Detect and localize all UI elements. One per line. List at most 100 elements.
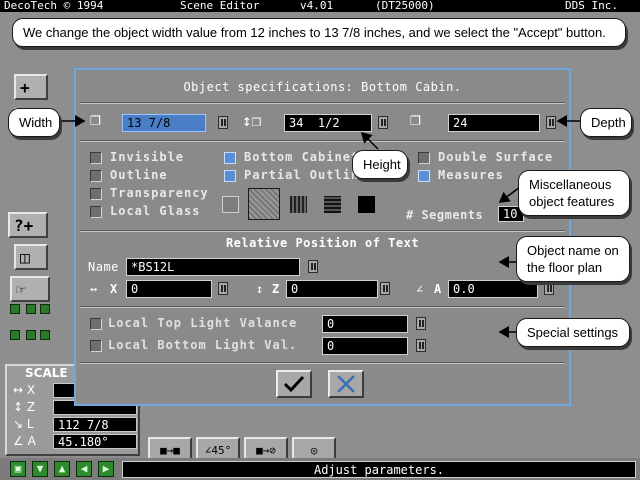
down-arrow-button[interactable]: ▼: [32, 461, 48, 477]
move-to-icon: ■→■: [160, 444, 180, 457]
name-label: Name: [88, 260, 119, 274]
grid-icon-1[interactable]: [10, 304, 20, 314]
light-valance-label: Local Top Light Valance: [108, 316, 298, 330]
light-bottom-toggle[interactable]: [90, 340, 102, 352]
texture-swatch-darker[interactable]: [324, 196, 341, 213]
z-arrow-icon: ↕: [256, 282, 264, 296]
double-surface-label: Double Surface: [438, 150, 554, 164]
grid-icon-2[interactable]: [26, 304, 36, 314]
width-callout: Width: [8, 108, 60, 137]
object-name-field[interactable]: *BS12L: [126, 258, 300, 276]
add-object-button[interactable]: +: [14, 74, 48, 100]
height-field[interactable]: 34 1/2: [284, 114, 372, 132]
text-a-field[interactable]: 0.0: [448, 280, 538, 298]
angle-icon: ∠ A: [13, 434, 36, 448]
target-icon: ◎: [310, 444, 318, 457]
object-name-callout: Object name on the floor plan: [516, 236, 630, 282]
bottom-cabinet-label: Bottom Cabinet: [244, 150, 360, 164]
arrow-left-icon: ◀: [80, 462, 88, 475]
divider: [80, 362, 565, 364]
measures-checkbox[interactable]: [418, 170, 430, 182]
editor-title: Scene Editor: [180, 0, 260, 12]
angle-arrow-icon: ∠: [416, 282, 424, 296]
x-axis-icon: ↔ X: [13, 383, 36, 397]
question-plus-icon: ?+: [14, 216, 34, 235]
texture-swatch-dark[interactable]: [290, 196, 307, 213]
up-arrow-button[interactable]: ▲: [54, 461, 70, 477]
object-specifications-dialog: Object specifications: Bottom Cabin. ❐ 1…: [74, 68, 571, 406]
invisible-checkbox[interactable]: [90, 152, 102, 164]
checkmark-icon: [283, 375, 305, 393]
bottom-cabinet-checkbox[interactable]: [224, 152, 236, 164]
cancel-button[interactable]: [328, 370, 364, 398]
outline-label: Outline: [110, 168, 168, 182]
arrow-up-icon: ▲: [58, 462, 66, 475]
light-valance-edit-button[interactable]: [416, 317, 426, 330]
text-z-field[interactable]: 0: [286, 280, 378, 298]
zoom-fit-icon: ▣: [14, 462, 22, 475]
local-glass-checkbox[interactable]: [90, 206, 102, 218]
text-a-edit-button[interactable]: [544, 282, 554, 295]
light-valance-field[interactable]: 0: [322, 315, 408, 333]
right-arrow-button[interactable]: ▶: [98, 461, 114, 477]
width-field[interactable]: 13 7/8: [122, 114, 206, 132]
arrow-down-icon: ▼: [36, 462, 44, 475]
depth-cube-icon: ❐: [410, 109, 421, 130]
build-label: (DT25000): [375, 0, 435, 12]
width-edit-button[interactable]: [218, 116, 228, 129]
dialog-title: Object specifications: Bottom Cabin.: [183, 80, 462, 94]
company-label: DDS Inc.: [565, 0, 618, 12]
light-bottom-edit-button[interactable]: [416, 339, 426, 352]
text-x-edit-button[interactable]: [218, 282, 228, 295]
depth-callout: Depth: [580, 108, 632, 137]
query-add-button[interactable]: ?+: [8, 212, 48, 238]
texture-swatch-plain[interactable]: [222, 196, 239, 213]
text-x-label: X: [110, 282, 118, 296]
measures-label: Measures: [438, 168, 504, 182]
text-x-field[interactable]: 0: [126, 280, 212, 298]
plus-icon: +: [20, 78, 30, 97]
transparency-label: Transparency: [110, 186, 209, 200]
name-edit-button[interactable]: [308, 260, 318, 273]
scale-l-value: 112 7/8: [53, 417, 137, 432]
version-label: v4.01: [300, 0, 334, 12]
texture-swatch-black[interactable]: [358, 196, 375, 213]
accept-button[interactable]: [276, 370, 312, 398]
text-a-label: A: [434, 282, 442, 296]
depth-field[interactable]: 24: [448, 114, 540, 132]
flip-tool-button[interactable]: ◫: [14, 244, 48, 270]
partial-outline-checkbox[interactable]: [224, 170, 236, 182]
arrow-right-icon: ▶: [102, 462, 110, 475]
grid-icon-6[interactable]: [40, 330, 50, 340]
texture-swatch-selected[interactable]: [248, 188, 280, 220]
double-surface-checkbox[interactable]: [418, 152, 430, 164]
grid-icon-5[interactable]: [26, 330, 36, 340]
text-z-label: Z: [272, 282, 280, 296]
flip-icon: ◫: [20, 248, 30, 267]
segments-label: # Segments: [406, 208, 484, 222]
divider: [80, 230, 565, 232]
zoom-fit-button[interactable]: ▣: [10, 461, 26, 477]
depth-edit-button[interactable]: [546, 116, 556, 129]
hand-tool-button[interactable]: ☞: [10, 276, 50, 302]
partial-outline-label: Partial Outline: [244, 168, 368, 182]
z-axis-icon: ↕ Z: [13, 400, 36, 414]
transparency-checkbox[interactable]: [90, 188, 102, 200]
height-edit-button[interactable]: [378, 116, 388, 129]
divider: [80, 102, 565, 104]
light-bottom-field[interactable]: 0: [322, 337, 408, 355]
scale-a-value: 45.180°: [53, 434, 137, 449]
grid-icon-3[interactable]: [40, 304, 50, 314]
cross-icon: [337, 375, 355, 393]
length-icon: ↘ L: [13, 417, 34, 431]
grid-icon-4[interactable]: [10, 330, 20, 340]
height-cube-icon: ↕❐: [242, 111, 262, 130]
outline-checkbox[interactable]: [90, 170, 102, 182]
text-z-edit-button[interactable]: [380, 282, 390, 295]
instruction-caption: We change the object width value from 12…: [12, 18, 626, 47]
status-bar: ▣ ▼ ▲ ◀ ▶ Adjust parameters.: [0, 458, 640, 480]
title-bar: DecoTech © 1994 Scene Editor v4.01 (DT25…: [0, 0, 640, 12]
light-valance-toggle[interactable]: [90, 318, 102, 330]
status-message: Adjust parameters.: [122, 461, 636, 478]
left-arrow-button[interactable]: ◀: [76, 461, 92, 477]
